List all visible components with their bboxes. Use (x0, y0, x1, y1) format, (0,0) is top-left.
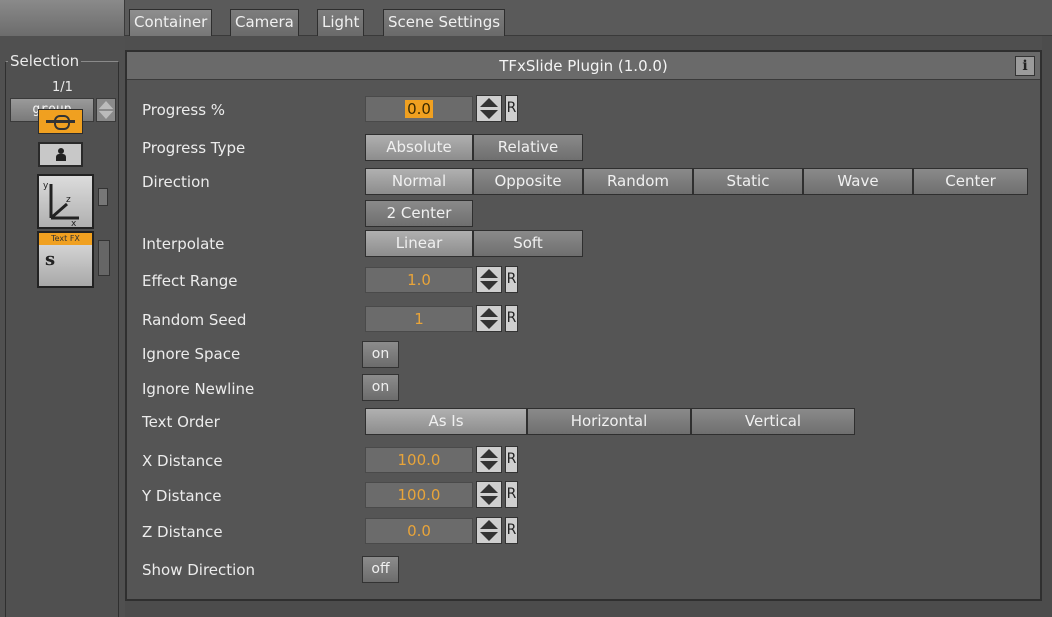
interpolate-linear-button[interactable]: Linear (365, 230, 473, 257)
direction-label: Direction (142, 173, 210, 191)
link-icon[interactable] (38, 109, 83, 134)
z-distance-label: Z Distance (142, 523, 223, 541)
right-edge (1042, 36, 1052, 617)
selection-count: 1/1 (52, 80, 73, 95)
progress-type-label: Progress Type (142, 139, 246, 157)
text-fx-slide-icon[interactable]: Text FX s (37, 231, 94, 288)
direction-center-button[interactable]: Center (913, 168, 1028, 195)
progress-reset-button[interactable]: R (505, 95, 518, 122)
panel-bottom-edge (125, 601, 1052, 617)
interpolate-soft-button[interactable]: Soft (473, 230, 583, 257)
random-seed-reset-button[interactable]: R (505, 305, 518, 332)
progress-type-relative-button[interactable]: Relative (473, 134, 583, 161)
direction-normal-button[interactable]: Normal (365, 168, 473, 195)
effect-range-field[interactable]: 1.0 (365, 267, 473, 293)
direction-wave-button[interactable]: Wave (803, 168, 913, 195)
text-order-as-is-button[interactable]: As Is (365, 408, 527, 435)
z-distance-reset-button[interactable]: R (505, 517, 518, 544)
progress-label: Progress % (142, 101, 226, 119)
tab-bar-corner (0, 0, 125, 36)
spinner-down-icon[interactable] (98, 111, 114, 119)
random-seed-label: Random Seed (142, 311, 247, 329)
plugin-panel: TFxSlide Plugin (1.0.0) i (125, 50, 1042, 601)
svg-text:z: z (66, 195, 71, 205)
axis-transform-icon[interactable]: y z x (37, 174, 94, 229)
y-distance-label: Y Distance (142, 487, 222, 505)
progress-stepper[interactable] (476, 95, 502, 122)
info-icon[interactable]: i (1015, 56, 1035, 76)
x-distance-field[interactable]: 100.0 (365, 447, 473, 473)
tab-camera[interactable]: Camera (230, 9, 299, 36)
text-order-horizontal-button[interactable]: Horizontal (527, 408, 691, 435)
text-order-label: Text Order (142, 413, 220, 431)
show-direction-label: Show Direction (142, 561, 256, 579)
person-icon[interactable] (38, 142, 83, 167)
z-distance-field[interactable]: 0.0 (365, 518, 473, 544)
axis-toggle-handle[interactable] (98, 188, 108, 206)
top-tab-bar: Container Camera Light Scene Settings (0, 0, 1052, 36)
axis-glyph-icon: y z x (43, 181, 79, 229)
ignore-newline-label: Ignore Newline (142, 380, 255, 398)
random-seed-field[interactable]: 1 (365, 306, 473, 332)
panel-title-text: TFxSlide Plugin (1.0.0) (499, 57, 668, 75)
progress-value: 0.0 (405, 100, 433, 118)
interpolate-label: Interpolate (142, 235, 225, 253)
direction-opposite-button[interactable]: Opposite (473, 168, 583, 195)
ignore-space-toggle[interactable]: on (362, 341, 399, 368)
effect-range-label: Effect Range (142, 272, 238, 290)
random-seed-stepper[interactable] (476, 305, 502, 332)
text-fx-toggle-handle[interactable] (98, 240, 110, 276)
z-distance-stepper[interactable] (476, 517, 502, 544)
ignore-space-label: Ignore Space (142, 345, 241, 363)
svg-text:y: y (43, 181, 49, 191)
y-distance-reset-button[interactable]: R (505, 481, 518, 508)
tab-container[interactable]: Container (129, 9, 213, 36)
x-distance-reset-button[interactable]: R (505, 446, 518, 473)
effect-range-stepper[interactable] (476, 266, 502, 293)
progress-field[interactable]: 0.0 (365, 96, 473, 122)
panel-title: TFxSlide Plugin (1.0.0) i (127, 52, 1040, 80)
text-fx-badge: Text FX (39, 233, 92, 245)
direction-random-button[interactable]: Random (583, 168, 693, 195)
y-distance-stepper[interactable] (476, 481, 502, 508)
text-order-vertical-button[interactable]: Vertical (691, 408, 855, 435)
tab-scene-settings[interactable]: Scene Settings (383, 9, 506, 36)
ignore-newline-toggle[interactable]: on (362, 374, 399, 401)
selection-label: Selection (8, 52, 82, 70)
text-fx-glyph: s (45, 249, 56, 270)
progress-type-absolute-button[interactable]: Absolute (365, 134, 473, 161)
direction-static-button[interactable]: Static (693, 168, 803, 195)
spinner-up-icon[interactable] (98, 101, 114, 109)
y-distance-field[interactable]: 100.0 (365, 482, 473, 508)
direction-2-center-button[interactable]: 2 Center (365, 200, 473, 227)
effect-range-reset-button[interactable]: R (505, 266, 518, 293)
tab-light[interactable]: Light (317, 9, 365, 36)
group-spinner[interactable] (96, 98, 116, 122)
show-direction-toggle[interactable]: off (362, 556, 399, 583)
x-distance-stepper[interactable] (476, 446, 502, 473)
x-distance-label: X Distance (142, 452, 223, 470)
svg-text:x: x (71, 219, 77, 227)
